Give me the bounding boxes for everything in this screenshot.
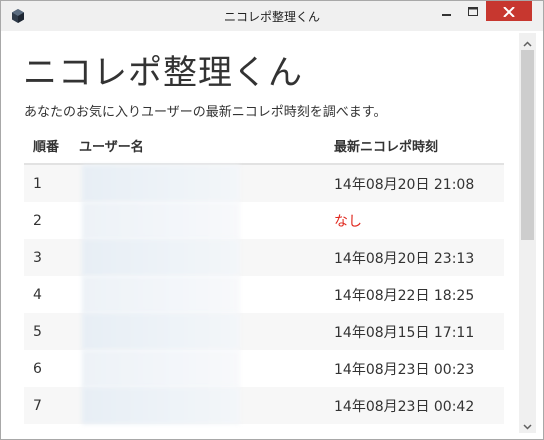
row-user (79, 239, 334, 276)
minimize-button[interactable] (433, 1, 460, 21)
header-user: ユーザー名 (79, 140, 144, 155)
scroll-up-button[interactable] (519, 33, 536, 50)
redacted-username (82, 350, 240, 387)
header-number: 順番 (33, 140, 60, 155)
table-row[interactable]: 3 14年08月20日 23:13 (24, 239, 504, 276)
redacted-username (82, 276, 240, 313)
page-description: あなたのお気に入りユーザーの最新ニコレポ時刻を調べます。 (24, 105, 387, 120)
title-bar[interactable]: ニコレポ整理くん (1, 1, 543, 31)
table-row[interactable]: 6 14年08月23日 00:23 (24, 350, 504, 387)
header-latest: 最新ニコレポ時刻 (334, 140, 439, 155)
row-latest: 14年08月15日 17:11 (334, 324, 475, 341)
redacted-username (82, 239, 240, 276)
table-row[interactable]: 7 14年08月23日 00:42 (24, 387, 504, 424)
row-number: 6 (33, 360, 42, 377)
chevron-up-icon (523, 32, 532, 51)
favorites-table: 順番 ユーザー名 最新ニコレポ時刻 1 14年08月20日 21:08 2 なし… (24, 128, 504, 424)
vertical-scrollbar[interactable] (519, 33, 536, 433)
table-row[interactable]: 4 14年08月22日 18:25 (24, 276, 504, 313)
row-number: 7 (33, 397, 42, 414)
row-user (79, 387, 334, 424)
table-header: 順番 ユーザー名 最新ニコレポ時刻 (24, 128, 504, 165)
redacted-username (82, 313, 240, 350)
row-user (79, 276, 334, 313)
redacted-username (82, 387, 240, 424)
minimize-icon (441, 2, 452, 21)
row-user (79, 165, 334, 202)
row-user (79, 350, 334, 387)
page-title: ニコレポ整理くん (23, 53, 303, 93)
maximize-icon (468, 2, 478, 21)
row-number: 4 (33, 286, 42, 303)
row-number: 5 (33, 323, 42, 340)
table-row[interactable]: 5 14年08月15日 17:11 (24, 313, 504, 350)
row-number: 3 (33, 249, 42, 266)
row-user (79, 202, 334, 239)
table-row[interactable]: 2 なし (24, 202, 504, 239)
maximize-button[interactable] (460, 1, 486, 21)
row-latest: 14年08月23日 00:42 (334, 398, 475, 415)
row-latest: 14年08月20日 23:13 (334, 250, 475, 267)
row-latest: 14年08月23日 00:23 (334, 361, 475, 378)
row-number: 2 (33, 212, 42, 229)
scroll-thumb[interactable] (521, 50, 534, 240)
row-latest: なし (334, 213, 362, 230)
row-user (79, 313, 334, 350)
app-window: ニコレポ整理くん ニコレポ整理くん あなたのお気に入りユーザーの最新ニコレポ時刻… (0, 0, 544, 440)
content-area: ニコレポ整理くん あなたのお気に入りユーザーの最新ニコレポ時刻を調べます。 順番… (9, 31, 535, 433)
row-latest: 14年08月20日 21:08 (334, 176, 475, 193)
scroll-down-button[interactable] (519, 416, 536, 433)
row-number: 1 (33, 175, 42, 192)
redacted-username (82, 202, 240, 239)
row-latest: 14年08月22日 18:25 (334, 287, 475, 304)
close-icon (503, 2, 515, 21)
chevron-down-icon (523, 415, 532, 434)
table-row[interactable]: 1 14年08月20日 21:08 (24, 165, 504, 202)
close-button[interactable] (486, 1, 532, 21)
redacted-username (82, 165, 240, 202)
